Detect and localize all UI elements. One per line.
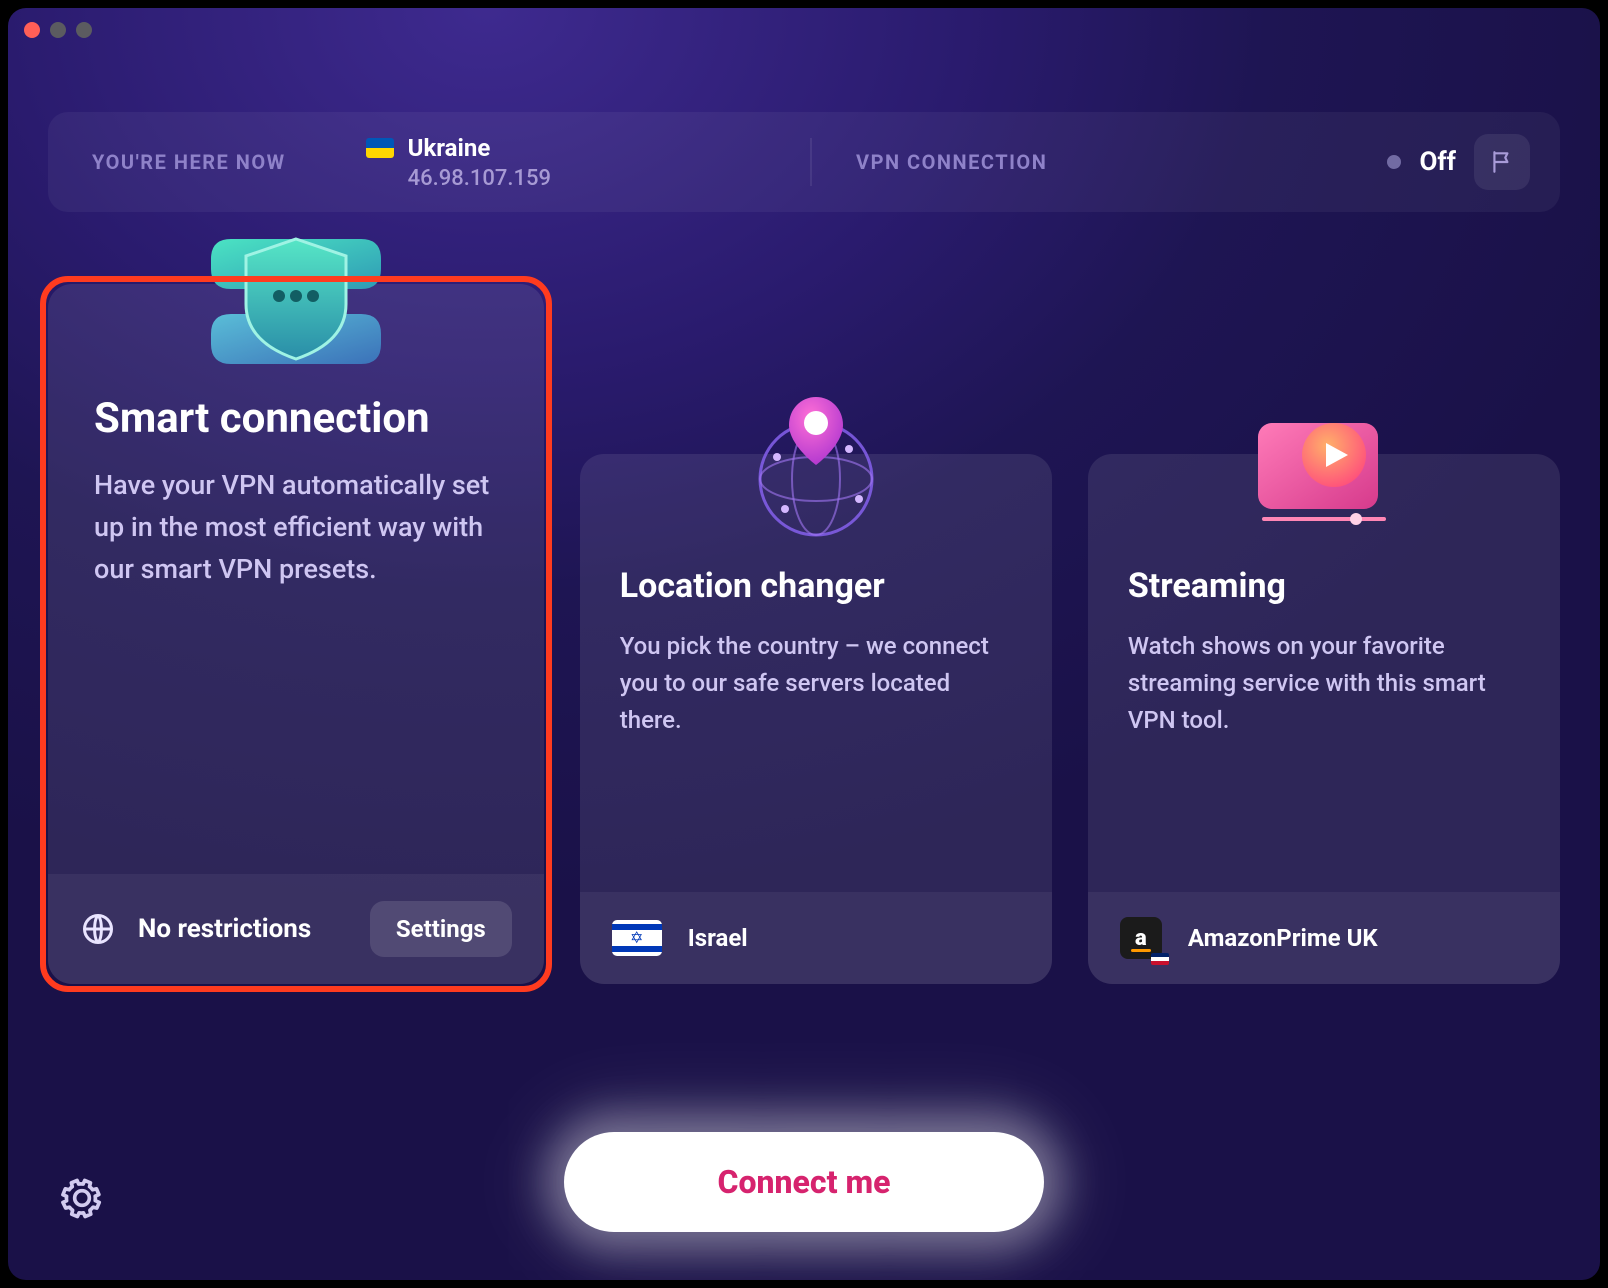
traffic-lights xyxy=(24,22,92,38)
window-close-button[interactable] xyxy=(24,22,40,38)
card-footer[interactable]: a AmazonPrime UK xyxy=(1088,892,1560,984)
status-dot-icon xyxy=(1387,155,1401,169)
vpn-state: Off xyxy=(1387,134,1530,190)
card-title: Smart connection xyxy=(94,394,498,443)
card-description: Watch shows on your favorite streaming s… xyxy=(1128,628,1520,740)
location-changer-illustration xyxy=(580,384,1052,544)
card-footer[interactable]: ✡ Israel xyxy=(580,892,1052,984)
card-footer: No restrictions Settings xyxy=(48,874,544,984)
status-country: Ukraine xyxy=(408,134,491,162)
status-vpn-section: VPN CONNECTION Off xyxy=(812,134,1560,190)
card-title: Streaming xyxy=(1128,566,1520,606)
connect-button-label: Connect me xyxy=(718,1163,891,1201)
card-footer-label: AmazonPrime UK xyxy=(1188,924,1378,952)
card-streaming[interactable]: Streaming Watch shows on your favorite s… xyxy=(1088,454,1560,984)
status-location-section: YOU'RE HERE NOW Ukraine 46.98.107.159 xyxy=(48,134,810,191)
card-description: Have your VPN automatically set up in th… xyxy=(94,465,498,591)
smart-connection-illustration xyxy=(48,194,544,384)
vpn-state-text: Off xyxy=(1419,147,1456,177)
amazon-prime-icon: a xyxy=(1120,917,1162,959)
app-window: YOU'RE HERE NOW Ukraine 46.98.107.159 VP… xyxy=(8,8,1600,1280)
israel-flag-icon: ✡ xyxy=(612,920,662,956)
card-location-changer[interactable]: Location changer You pick the country – … xyxy=(580,454,1052,984)
card-description: You pick the country – we connect you to… xyxy=(620,628,1012,740)
settings-gear-button[interactable] xyxy=(60,1176,104,1220)
window-zoom-button[interactable] xyxy=(76,22,92,38)
card-smart-connection[interactable]: Smart connection Have your VPN automatic… xyxy=(48,284,544,984)
globe-icon xyxy=(80,911,116,947)
status-vpn-label: VPN CONNECTION xyxy=(856,150,1047,174)
window-minimize-button[interactable] xyxy=(50,22,66,38)
vpn-flag-button[interactable] xyxy=(1474,134,1530,190)
card-footer-label: No restrictions xyxy=(138,914,311,944)
flag-icon xyxy=(1489,149,1515,175)
content-area: YOU'RE HERE NOW Ukraine 46.98.107.159 VP… xyxy=(48,112,1560,1280)
streaming-illustration xyxy=(1088,384,1560,544)
cards-row: Smart connection Have your VPN automatic… xyxy=(48,284,1560,984)
status-location: Ukraine 46.98.107.159 xyxy=(366,134,551,191)
gear-icon xyxy=(60,1176,104,1220)
ukraine-flag-icon xyxy=(366,138,394,158)
connect-button[interactable]: Connect me xyxy=(564,1132,1044,1232)
card-title: Location changer xyxy=(620,566,1012,606)
settings-button[interactable]: Settings xyxy=(370,901,512,957)
card-footer-label: Israel xyxy=(688,924,748,952)
status-here-label: YOU'RE HERE NOW xyxy=(92,150,286,174)
